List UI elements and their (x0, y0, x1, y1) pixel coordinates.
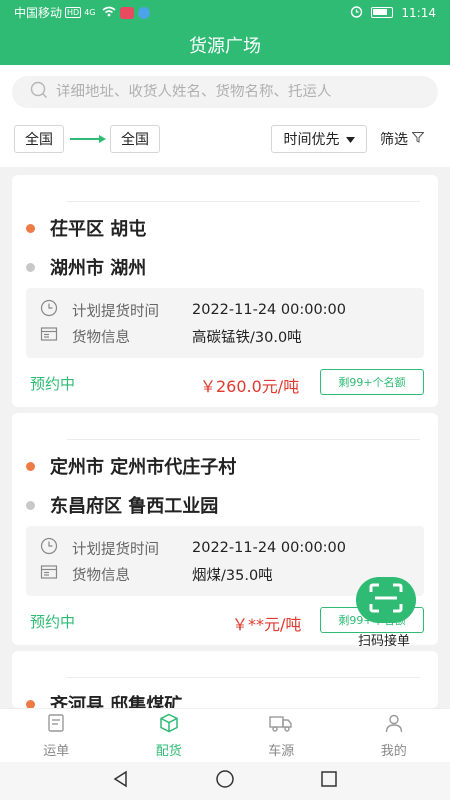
cargo-info-row: 货物信息 高碳锰铁/30.0吨 (40, 326, 302, 346)
pickup-time-label: 计划提货时间 (72, 541, 159, 558)
search-icon (30, 81, 48, 103)
pickup-time-row: 计划提货时间 2022-11-24 00:00:00 (40, 299, 346, 321)
destination-dot-icon (26, 500, 35, 510)
origin-location: 齐河县 邸集煤矿 (50, 695, 183, 708)
scan-button[interactable] (356, 577, 416, 623)
pickup-time-label: 计划提货时间 (72, 303, 159, 320)
filter-bar: 全国 全国 时间优先 筛选 (0, 117, 450, 167)
box-icon (159, 713, 179, 737)
battery-icon (371, 7, 394, 18)
destination-location: 湖州市 湖州 (50, 258, 147, 279)
cargo-info-value: 高碳锰铁/30.0吨 (192, 329, 302, 346)
status-bar: 中国移动 HD 4G 11:14 (0, 0, 450, 25)
truck-icon (269, 713, 293, 737)
scan-label[interactable]: 扫码接单 (358, 630, 410, 649)
origin-dot-icon (26, 461, 35, 471)
clock-icon (40, 537, 58, 559)
clock-icon (40, 299, 58, 321)
price: ￥**元/吨 (232, 615, 302, 634)
home-icon[interactable] (215, 769, 235, 793)
sort-label: 时间优先 (283, 132, 340, 148)
booking-status: 预约中 (30, 375, 76, 393)
funnel-icon (411, 131, 425, 147)
cargo-info-label: 货物信息 (72, 567, 130, 584)
app-notification-icon (137, 6, 150, 19)
filter-button[interactable]: 筛选 (380, 125, 425, 153)
search-box[interactable] (12, 76, 438, 108)
origin-location: 定州市 定州市代庄子村 (50, 457, 237, 478)
tab-label: 配货 (155, 743, 182, 759)
destination-row: 湖州市 湖州 (26, 254, 146, 280)
cargo-info-label: 货物信息 (72, 329, 130, 346)
notification-icon (119, 6, 134, 19)
to-region-selector[interactable]: 全国 (110, 125, 160, 153)
sort-dropdown[interactable]: 时间优先 (271, 125, 367, 153)
back-icon[interactable] (112, 770, 130, 792)
alarm-icon (350, 5, 363, 21)
route-arrow-icon (70, 135, 106, 143)
scan-icon (369, 583, 403, 617)
destination-dot-icon (26, 262, 35, 272)
destination-location: 东昌府区 鲁西工业园 (50, 496, 219, 517)
origin-row: 定州市 定州市代庄子村 (26, 453, 236, 479)
card-divider (67, 201, 420, 202)
booking-status: 预约中 (30, 613, 76, 631)
tab-vehicles[interactable]: 车源 (225, 709, 338, 762)
hd-badge: HD (65, 7, 82, 18)
cargo-info-value: 烟煤/35.0吨 (192, 567, 273, 584)
quota-button[interactable]: 剩99+个名额 (320, 369, 424, 395)
origin-row: 茌平区 胡屯 (26, 215, 146, 241)
card-divider (67, 439, 420, 440)
caret-down-icon (345, 131, 355, 147)
cargo-card[interactable]: 齐河县 邸集煤矿 (12, 651, 438, 708)
user-icon (384, 713, 404, 737)
waybill-icon (46, 713, 66, 737)
cargo-info-row: 货物信息 烟煤/35.0吨 (40, 564, 273, 584)
search-section (0, 65, 450, 117)
destination-row: 东昌府区 鲁西工业园 (26, 492, 218, 518)
bottom-tab-bar: 运单 配货 车源 我的 (0, 708, 450, 762)
recent-apps-icon[interactable] (320, 770, 338, 792)
tab-profile[interactable]: 我的 (338, 709, 450, 762)
cargo-info-box: 计划提货时间 2022-11-24 00:00:00 货物信息 高碳锰铁/30.… (26, 288, 424, 358)
filter-label: 筛选 (380, 132, 408, 148)
wifi-icon (101, 6, 116, 20)
tab-waybill[interactable]: 运单 (0, 709, 113, 762)
page-title: 货源广场 (0, 25, 450, 65)
tab-label: 我的 (380, 743, 407, 759)
document-icon (40, 325, 58, 347)
clock-time: 11:14 (401, 5, 436, 20)
network-type: 4G (84, 8, 96, 17)
origin-dot-icon (26, 699, 35, 708)
pickup-time-value: 2022-11-24 00:00:00 (192, 302, 346, 318)
search-input[interactable] (56, 84, 426, 100)
card-divider (67, 677, 420, 678)
from-region-selector[interactable]: 全国 (14, 125, 64, 153)
carrier-name: 中国移动 (14, 6, 63, 20)
origin-dot-icon (26, 223, 35, 233)
origin-location: 茌平区 胡屯 (50, 219, 147, 240)
pickup-time-row: 计划提货时间 2022-11-24 00:00:00 (40, 537, 346, 559)
tab-label: 车源 (268, 743, 295, 759)
tab-dispatch[interactable]: 配货 (113, 709, 226, 762)
system-nav-bar (0, 762, 450, 800)
pickup-time-value: 2022-11-24 00:00:00 (192, 540, 346, 556)
origin-row: 齐河县 邸集煤矿 (26, 691, 182, 708)
price: ￥260.0元/吨 (200, 377, 300, 396)
tab-label: 运单 (43, 743, 70, 759)
cargo-card[interactable]: 茌平区 胡屯 湖州市 湖州 计划提货时间 2022-11-24 00:00:00… (12, 175, 438, 407)
document-icon (40, 563, 58, 585)
